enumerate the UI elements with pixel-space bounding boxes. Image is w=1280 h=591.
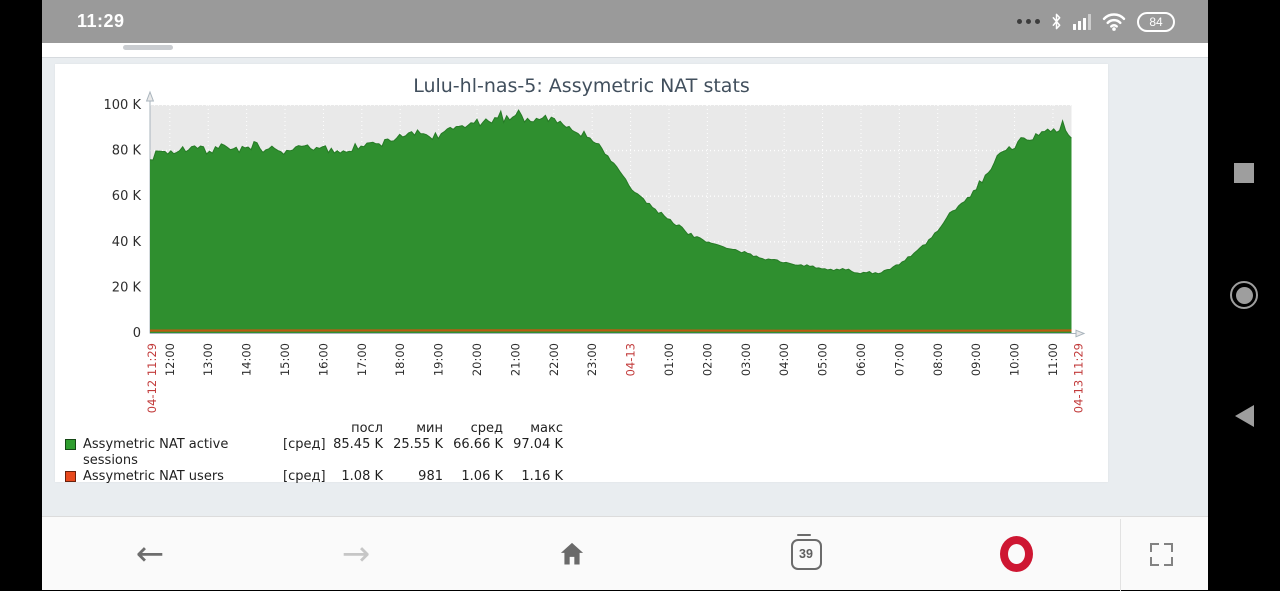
browser-toolbar: ← → 39 [42,516,1208,590]
home-icon [558,540,586,568]
battery-indicator: 84 [1137,12,1175,32]
x-tick-label: 04:00 [777,343,791,376]
chart-legend: послминсредмакс Assymetric NAT active ses… [65,421,563,485]
legend-stat-value: 1.16 K [503,469,563,485]
legend-stat-value: 97.04 K [503,437,563,469]
x-tick-label: 18:00 [393,343,407,376]
legend-column-header: макс [503,421,563,437]
x-tick-label: 01:00 [662,343,676,376]
x-tick-label: 16:00 [316,343,330,376]
clock: 11:29 [77,11,125,32]
x-tick-label: 17:00 [355,343,369,376]
x-tick-label: 04-13 [624,343,638,376]
tab-count: 39 [799,547,813,561]
legend-swatch-cell [65,437,83,469]
status-bar: 11:29 84 [42,0,1208,43]
x-tick-label: 06:00 [854,343,868,376]
tabs-button[interactable]: 39 [788,517,824,591]
legend-column-header: сред [443,421,503,437]
x-tick-label: 11:00 [1046,343,1060,376]
bluetooth-icon [1050,13,1063,30]
screen-bezel-left [0,0,42,590]
legend-stat-value: 66.66 K [443,437,503,469]
fullscreen-button[interactable] [1148,517,1174,591]
x-tick-label: 15:00 [278,343,292,376]
x-axis-arrow-icon [1076,330,1084,337]
legend-spacer [65,421,83,437]
recents-square-icon [1234,163,1254,183]
x-tick-label: 05:00 [816,343,830,376]
nat-stats-graph[interactable]: 0 20 K 40 K 60 K 80 K 100 K 12:00 13:00 14:00 15:… [55,64,1108,482]
x-tick-label: 13:00 [201,343,215,376]
x-tick-label: 09:00 [969,343,983,376]
cell-signal-icon [1073,14,1091,30]
y-tick-label: 100 K [104,98,142,113]
legend-stat-value: 85.45 K [325,437,383,469]
status-icons: 84 [1017,0,1175,43]
x-tick-label: 04-12 11:29 [145,343,159,413]
legend-stat-value: 981 [383,469,443,485]
legend-series-label: Assymetric NAT active sessions [83,437,283,469]
back-triangle-icon [1235,405,1254,427]
phone-screen: 11:29 84 Lulu-hl-nas-5: Assymetric NAT s… [42,0,1208,590]
android-recents-button[interactable] [1208,163,1280,183]
wifi-icon [1101,12,1127,31]
legend-stat-value: 25.55 K [383,437,443,469]
x-tick-label: 14:00 [240,343,254,376]
browser-viewport: Lulu-hl-nas-5: Assymetric NAT stats 020 … [42,43,1208,516]
legend-series-label: Assymetric NAT users [83,469,283,485]
x-tick-label: 21:00 [508,343,522,376]
android-nav-bar [1208,0,1280,590]
y-tick-label: 0 [133,326,141,341]
legend-spacer [283,421,325,437]
android-home-button[interactable] [1208,281,1280,309]
forward-button[interactable]: → [338,517,374,591]
x-tick-label: 10:00 [1008,343,1022,376]
x-tick-label: 07:00 [892,343,906,376]
home-button[interactable] [554,517,590,591]
x-tick-label: 22:00 [547,343,561,376]
y-axis-arrow-icon [147,92,154,101]
y-tick-label: 80 K [112,144,142,159]
back-button[interactable]: ← [132,517,168,591]
legend-swatch-icon [65,471,76,482]
fullscreen-icon [1150,543,1173,566]
y-tick-label: 20 K [112,280,142,295]
toolbar-divider [1120,519,1121,591]
legend-swatch-icon [65,439,76,450]
legend-spacer [83,421,283,437]
x-tick-label: 03:00 [739,343,753,376]
forward-arrow-icon: → [342,517,371,591]
x-tick-label: 04-13 11:29 [1072,343,1086,413]
x-tick-label: 08:00 [931,343,945,376]
back-arrow-icon: ← [136,517,165,591]
x-tick-label: 20:00 [470,343,484,376]
x-tick-label: 23:00 [585,343,599,376]
opera-menu-button[interactable] [998,517,1034,591]
graph-card: Lulu-hl-nas-5: Assymetric NAT stats 020 … [55,64,1108,482]
tab-counter: 39 [791,539,822,570]
home-circle-icon [1230,281,1258,309]
legend-stat-value: 1.06 K [443,469,503,485]
legend-aggregation-label: [сред] [283,437,325,469]
page-top-strip [42,43,1208,58]
overflow-dots-icon [1017,19,1040,24]
legend-aggregation-label: [сред] [283,469,325,485]
opera-logo-icon [1000,536,1033,572]
x-tick-label: 02:00 [700,343,714,376]
legend-stat-value: 1.08 K [325,469,383,485]
legend-swatch-cell [65,469,83,485]
y-tick-label: 40 K [112,235,142,250]
legend-column-header: мин [383,421,443,437]
battery-percent: 84 [1149,15,1162,29]
legend-column-header: посл [325,421,383,437]
android-back-button[interactable] [1208,405,1280,427]
x-tick-label: 12:00 [163,343,177,376]
y-tick-label: 60 K [112,189,142,204]
scrollbar-thumb[interactable] [123,45,173,50]
x-tick-label: 19:00 [432,343,446,376]
